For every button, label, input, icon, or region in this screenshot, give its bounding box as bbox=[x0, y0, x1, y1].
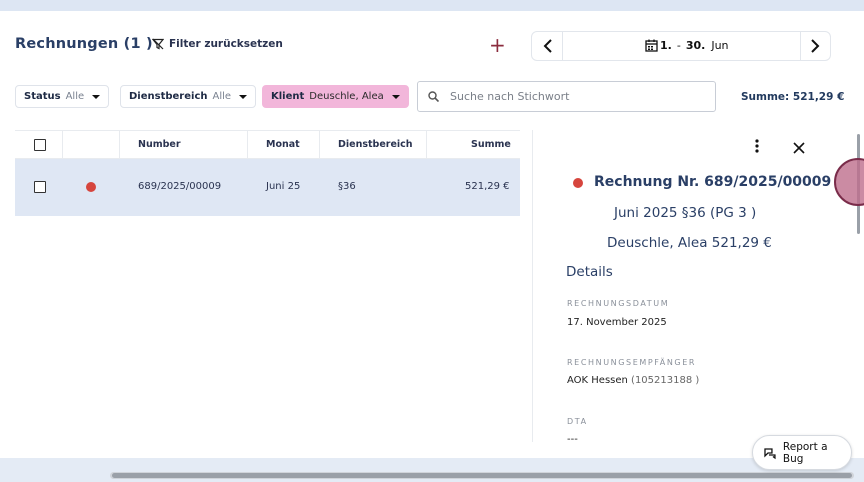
table-header: Number Monat Dienstbereich Summe bbox=[15, 130, 520, 159]
cell-number: 689/2025/00009 bbox=[138, 181, 222, 192]
row-checkbox[interactable] bbox=[34, 181, 46, 193]
empfaenger-value: AOK Hessen (105213188 ) bbox=[567, 375, 699, 386]
status-filter[interactable]: Status Alle bbox=[15, 85, 110, 108]
column-header-dienstbereich[interactable]: Dienstbereich bbox=[338, 139, 413, 150]
dta-value: --- bbox=[567, 434, 578, 445]
rechnungsdatum-value: 17. November 2025 bbox=[567, 317, 667, 328]
detail-client-sum: Deuschle, Alea 521,29 € bbox=[607, 235, 772, 251]
close-panel-button[interactable] bbox=[793, 140, 805, 158]
total-sum: Summe: 521,29 € bbox=[741, 91, 845, 103]
klient-filter-label: Klient bbox=[271, 91, 305, 102]
select-all-checkbox[interactable] bbox=[34, 139, 46, 151]
chevron-right-icon bbox=[810, 39, 819, 53]
chevron-left-icon bbox=[543, 39, 552, 53]
status-filter-label: Status bbox=[24, 91, 61, 102]
top-banner bbox=[0, 0, 864, 11]
horizontal-scrollbar-thumb[interactable] bbox=[112, 473, 852, 478]
invoice-table: Number Monat Dienstbereich Summe 689/202… bbox=[15, 130, 520, 216]
klient-filter-value: Deuschle, Alea bbox=[309, 91, 384, 102]
dienstbereich-filter-value: Alle bbox=[212, 91, 232, 102]
klient-filter[interactable]: Klient Deuschle, Alea bbox=[262, 85, 409, 108]
filter-reset-label: Filter zurücksetzen bbox=[169, 38, 283, 50]
empfaenger-name: AOK Hessen bbox=[567, 375, 628, 386]
previous-period-button[interactable] bbox=[534, 32, 562, 60]
search-box bbox=[417, 81, 716, 112]
empfaenger-id: (105213188 ) bbox=[631, 375, 700, 386]
filter-reset-button[interactable]: Filter zurücksetzen bbox=[152, 38, 283, 50]
table-row[interactable]: 689/2025/00009 Juni 25 §36 521,29 € bbox=[15, 159, 520, 216]
next-period-button[interactable] bbox=[800, 32, 828, 60]
details-heading: Details bbox=[566, 264, 613, 280]
close-icon bbox=[793, 142, 805, 154]
detail-status-dot bbox=[573, 178, 583, 188]
dienstbereich-filter-label: Dienstbereich bbox=[129, 91, 208, 102]
filter-off-icon bbox=[152, 38, 164, 50]
panel-divider bbox=[532, 130, 533, 442]
bug-report-icon bbox=[764, 447, 776, 459]
cell-summe: 521,29 € bbox=[465, 181, 510, 192]
detail-period: Juni 2025 §36 (PG 3 ) bbox=[614, 205, 757, 221]
touch-cursor-indicator bbox=[834, 158, 864, 206]
dienstbereich-filter[interactable]: Dienstbereich Alle bbox=[120, 85, 257, 108]
caret-down-icon bbox=[92, 94, 101, 99]
search-icon bbox=[428, 91, 439, 102]
caret-down-icon bbox=[391, 94, 400, 99]
caret-down-icon bbox=[239, 94, 248, 99]
cell-monat: Juni 25 bbox=[266, 181, 301, 192]
page-title: Rechnungen (1 ) bbox=[15, 36, 153, 52]
date-navigator: 1. - 30. Jun bbox=[531, 31, 831, 61]
date-start: 1. bbox=[660, 39, 672, 52]
status-dot bbox=[86, 182, 96, 192]
empfaenger-label: RECHNUNGSEMPFÄNGER bbox=[567, 358, 697, 367]
column-header-monat[interactable]: Monat bbox=[266, 139, 300, 150]
dta-label: DTA bbox=[567, 417, 588, 426]
column-header-number[interactable]: Number bbox=[138, 139, 181, 150]
search-input[interactable] bbox=[450, 90, 690, 103]
date-range-picker[interactable]: 1. - 30. Jun bbox=[645, 39, 729, 52]
detail-title: Rechnung Nr. 689/2025/00009 bbox=[594, 174, 832, 190]
date-month: Jun bbox=[711, 39, 729, 52]
status-filter-value: Alle bbox=[65, 91, 85, 102]
add-button[interactable]: + bbox=[489, 33, 506, 57]
column-header-summe[interactable]: Summe bbox=[471, 139, 511, 150]
calendar-icon bbox=[645, 39, 658, 52]
more-vertical-icon bbox=[755, 139, 759, 153]
report-bug-button[interactable]: Report a Bug bbox=[752, 435, 852, 470]
date-separator: - bbox=[676, 39, 681, 52]
more-options-button[interactable] bbox=[752, 138, 762, 158]
cell-dienstbereich: §36 bbox=[338, 181, 356, 192]
date-end: 30. bbox=[685, 39, 706, 52]
rechnungsdatum-label: RECHNUNGSDATUM bbox=[567, 299, 670, 308]
report-bug-label: Report a Bug bbox=[782, 440, 828, 465]
